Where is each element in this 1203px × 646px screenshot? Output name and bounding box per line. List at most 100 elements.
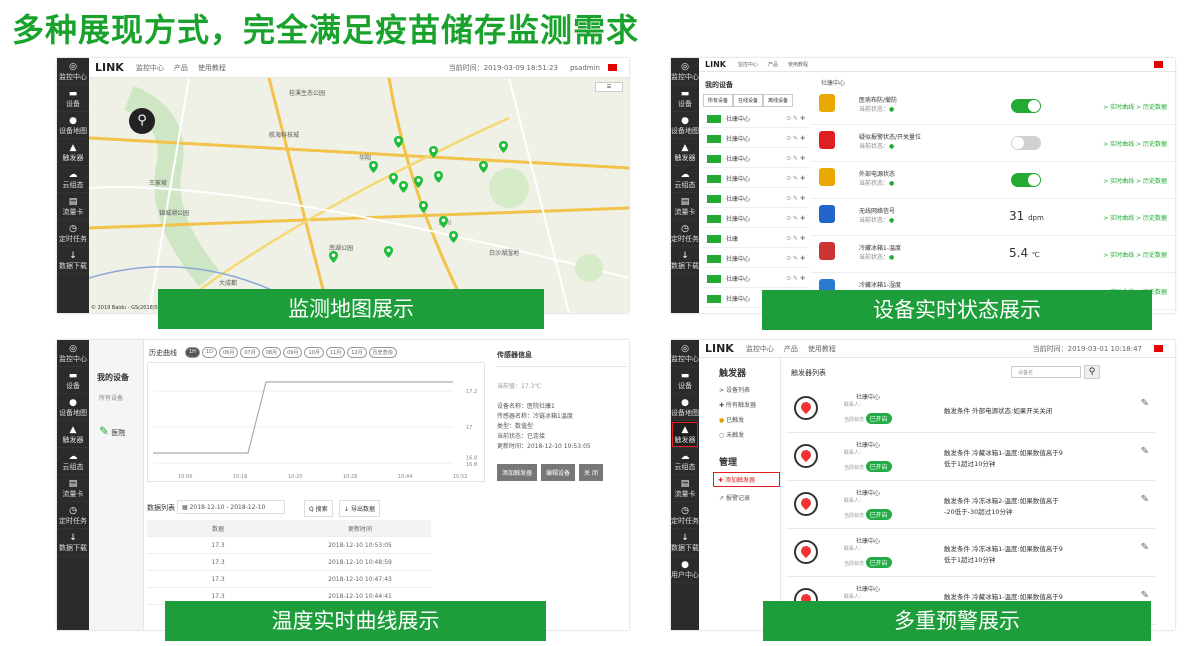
device-pin-icon[interactable]	[439, 213, 448, 228]
device-actions-icon[interactable]: ⊙ ✎ ✚	[786, 255, 805, 262]
sidebar-item-sim[interactable]: ▤ 流量卡	[671, 193, 699, 220]
sidebar-item-sim[interactable]: ▤ 流量卡	[671, 475, 699, 502]
device-pin-icon[interactable]	[429, 143, 438, 158]
nav-tutorial[interactable]: 使用教程	[808, 344, 836, 354]
sidebar-item-cloud[interactable]: ☁ 云组态	[57, 448, 89, 475]
sidebar-item-download[interactable]: ↓ 数据下载	[57, 247, 89, 274]
sidebar-item-monitor[interactable]: ◎ 监控中心	[671, 340, 699, 367]
map-search-icon[interactable]: ⚲	[129, 108, 155, 134]
map-canvas[interactable]: ⚲ 桂溪生态公园 航海科技城 华阳 王家坡 锦城湖公园 新川 南湖公园 白沙湖湿…	[89, 78, 629, 313]
nav-product[interactable]: 产品	[784, 344, 798, 354]
device-actions-icon[interactable]: ⊙ ✎ ✚	[786, 195, 805, 202]
device-list-item[interactable]: 社康中心 ⊙ ✎ ✚	[703, 210, 809, 228]
device-pin-icon[interactable]	[369, 158, 378, 173]
sidebar-item-map[interactable]: ● 设备地图	[57, 394, 89, 421]
brand-logo[interactable]: LINK	[95, 61, 124, 74]
trigger-row[interactable]: 社康中心 联系人： 当前状态 已开启 触发条件 冷冻冰箱2-温度:如果数值高于 -20低…	[786, 482, 1155, 529]
device-actions-icon[interactable]: ⊙ ✎ ✚	[786, 215, 805, 222]
map-zoom-control[interactable]: ☰	[595, 82, 623, 92]
device-pin-icon[interactable]	[399, 178, 408, 193]
device-actions-icon[interactable]: ⊙ ✎ ✚	[786, 115, 805, 122]
curve-tab[interactable]: 12月	[347, 347, 367, 358]
device-pin-icon[interactable]	[419, 198, 428, 213]
curve-tab[interactable]: 1D	[201, 347, 217, 358]
nav-monitor[interactable]: 监控中心	[136, 63, 164, 73]
curve-tab[interactable]: 07月	[240, 347, 260, 358]
device-pin-icon[interactable]	[499, 138, 508, 153]
sidebar-item-trigger[interactable]: ▲ 触发器	[671, 421, 699, 448]
edit-icon[interactable]: ✎	[1141, 590, 1149, 601]
sidebar-item-cloud[interactable]: ☁ 云组态	[671, 166, 699, 193]
sidebar-item-map[interactable]: ● 设备地图	[671, 112, 699, 139]
sidebar-item-download[interactable]: ↓ 数据下载	[57, 529, 89, 556]
flag-icon[interactable]	[608, 64, 617, 71]
nav-monitor[interactable]: 监控中心	[746, 344, 774, 354]
trigger-row[interactable]: 社康中心联系人： 当前状态 已开启 触发条件 冷藏冰箱1-温度:如果数值高于9 低于1…	[786, 434, 1155, 481]
flag-icon[interactable]	[1154, 61, 1163, 68]
sidebar-item-trigger[interactable]: ▲ 触发器	[57, 139, 89, 166]
date-range-input[interactable]: ▦ 2018-12-10 - 2018-12-10	[177, 500, 285, 514]
trigger-row[interactable]: 社康中心 联系人： 当前状态 已开启 触发条件 外部电源状态:如果开关关闭 ✎	[786, 386, 1155, 433]
edit-icon[interactable]: ✎	[1141, 542, 1149, 553]
curve-device-item[interactable]: ✎ 医院	[99, 424, 143, 438]
nav-product[interactable]: 产品	[174, 63, 188, 73]
user-menu[interactable]: psadmin	[570, 64, 600, 72]
device-actions-icon[interactable]: ⊙ ✎ ✚	[786, 275, 805, 282]
curve-tab[interactable]: 08月	[261, 347, 282, 358]
device-list-item[interactable]: 社康中心 ⊙ ✎ ✚	[703, 150, 809, 168]
sidebar-item-download[interactable]: ↓ 数据下载	[671, 529, 699, 556]
switch-toggle[interactable]	[1011, 99, 1041, 113]
sidebar-item-monitor[interactable]: ◎ 监控中心	[57, 58, 89, 85]
device-pin-icon[interactable]	[449, 228, 458, 243]
device-list-item[interactable]: 社康中心 ⊙ ✎ ✚	[703, 170, 809, 188]
trigger-nav-item[interactable]: > 设备列表	[719, 385, 780, 394]
edit-icon[interactable]: ✎	[1141, 398, 1149, 409]
trigger-row[interactable]: 社康中心 联系人： 当前状态 已开启 触发条件 冷冻冰箱1-温度:如果数值高于9 低于1…	[786, 530, 1155, 577]
switch-toggle[interactable]	[1011, 173, 1041, 187]
trigger-nav-item[interactable]: ✚ 所有触发器	[719, 400, 780, 409]
sidebar-item-trigger[interactable]: ▲ 触发器	[671, 139, 699, 166]
trigger-nav-item[interactable]: ● 已触发	[719, 415, 780, 424]
sidebar-item-trigger[interactable]: ▲ 触发器	[57, 421, 89, 448]
trigger-nav-item[interactable]: ○ 未触发	[719, 430, 780, 439]
device-list-item[interactable]: 社康中心 ⊙ ✎ ✚	[703, 110, 809, 128]
edit-device-button[interactable]: 编辑设备	[541, 464, 576, 481]
device-actions-icon[interactable]: ⊙ ✎ ✚	[786, 135, 805, 142]
sidebar-item-cloud[interactable]: ☁ 云组态	[57, 166, 89, 193]
export-button[interactable]: ↓ 导出数据	[339, 500, 380, 517]
sidebar-item-sim[interactable]: ▤ 流量卡	[57, 475, 89, 502]
device-pin-icon[interactable]	[414, 173, 423, 188]
device-list-item[interactable]: 社康中心 ⊙ ✎ ✚	[703, 250, 809, 268]
realtime-history-link[interactable]: > 实时曲线 > 历史数据	[1103, 139, 1167, 148]
curve-device-tab[interactable]: 所有设备	[99, 393, 143, 402]
realtime-history-link[interactable]: > 实时曲线 > 历史数据	[1103, 176, 1167, 185]
sidebar-item-device[interactable]: ▬ 设备	[57, 367, 89, 394]
curve-tab[interactable]: 1H	[185, 347, 200, 358]
add-trigger-button[interactable]: 添加触发器	[497, 464, 538, 481]
switch-toggle[interactable]	[1011, 136, 1041, 150]
sidebar-item-task[interactable]: ◷ 定时任务	[57, 220, 89, 247]
curve-tab[interactable]: 11月	[325, 347, 346, 358]
device-list-item[interactable]: 社康中心 ⊙ ✎ ✚	[703, 270, 809, 288]
sidebar-item-monitor[interactable]: ◎ 监控中心	[671, 58, 699, 85]
sidebar-item-map[interactable]: ● 设备地图	[671, 394, 699, 421]
sidebar-item-cloud[interactable]: ☁ 云组态	[671, 448, 699, 475]
search-button[interactable]: Q 搜索	[304, 500, 333, 517]
nav-tutorial[interactable]: 使用教程	[788, 61, 808, 68]
sidebar-item-device[interactable]: ▬ 设备	[57, 85, 89, 112]
curve-tab[interactable]: 09月	[283, 347, 303, 358]
realtime-history-link[interactable]: > 实时曲线 > 历史数据	[1103, 213, 1167, 222]
nav-product[interactable]: 产品	[768, 61, 778, 68]
nav-tutorial[interactable]: 使用教程	[198, 63, 226, 73]
flag-icon[interactable]	[1154, 345, 1163, 352]
brand-logo[interactable]: LINK	[705, 342, 734, 355]
device-list-item[interactable]: 社康 ⊙ ✎ ✚	[703, 230, 809, 248]
device-list-item[interactable]: 社康中心 ⊙ ✎ ✚	[703, 190, 809, 208]
sidebar-item-task[interactable]: ◷ 定时任务	[671, 502, 699, 529]
device-pin-icon[interactable]	[434, 168, 443, 183]
curve-tab[interactable]: 历史查询	[368, 347, 397, 358]
device-pin-icon[interactable]	[384, 243, 393, 258]
tab-offline-devices[interactable]: 离线设备	[763, 94, 794, 107]
edit-icon[interactable]: ✎	[1141, 446, 1149, 457]
trigger-search-input[interactable]: 设备名	[1011, 366, 1081, 378]
